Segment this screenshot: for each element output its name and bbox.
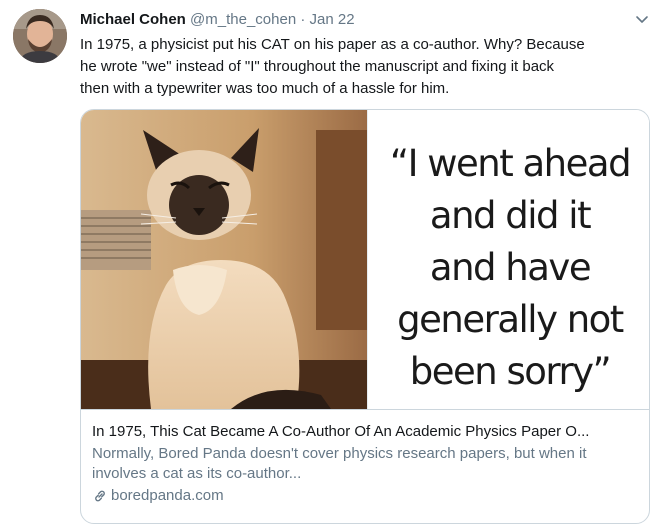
card-domain[interactable]: boredpanda.com — [92, 486, 637, 506]
card-domain-text: boredpanda.com — [111, 487, 224, 504]
quote-line: and did it — [429, 194, 592, 237]
quote-text: “I went ahead and did it and have genera… — [368, 138, 649, 398]
avatar[interactable] — [13, 9, 67, 63]
quote-line: “I went ahead — [389, 142, 632, 185]
quote-line: generally not — [397, 298, 624, 341]
link-icon — [95, 490, 105, 502]
cat-photo — [81, 110, 367, 409]
tweet-text: In 1975, a physicist put his CAT on his … — [80, 36, 585, 97]
author-name[interactable]: Michael Cohen — [80, 11, 186, 28]
avatar-image — [13, 9, 67, 63]
quote-panel: “I went ahead and did it and have genera… — [367, 110, 649, 409]
card-title[interactable]: In 1975, This Cat Became A Co-Author Of … — [92, 422, 637, 442]
tweet-date[interactable]: Jan 22 — [310, 11, 355, 28]
meta-separator: · — [300, 11, 306, 28]
quote-line: been sorry” — [409, 350, 612, 393]
chevron-down-icon[interactable] — [634, 11, 650, 27]
card-body: In 1975, This Cat Became A Co-Author Of … — [81, 409, 649, 506]
card-media: “I went ahead and did it and have genera… — [81, 110, 649, 409]
author-handle[interactable]: @m_the_cohen — [190, 11, 296, 28]
quote-line: and have — [429, 246, 592, 289]
card-description: Normally, Bored Panda doesn't cover phys… — [92, 445, 587, 482]
link-card[interactable]: “I went ahead and did it and have genera… — [80, 109, 650, 524]
tweet-header: Michael Cohen @m_the_cohen · Jan 22 — [80, 10, 355, 30]
